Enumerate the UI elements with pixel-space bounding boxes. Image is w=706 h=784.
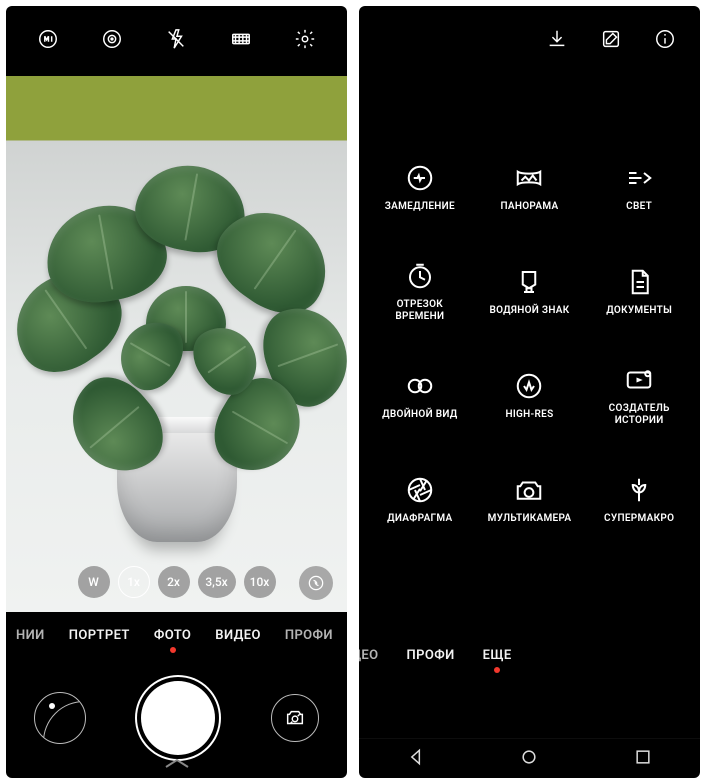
download-icon[interactable] [546, 28, 568, 54]
home-icon[interactable] [519, 747, 539, 771]
viewfinder[interactable]: W 1x 2x 3,5x 10x [6, 76, 347, 612]
spacer [359, 678, 700, 738]
mode-label: ДИАФРАГМА [387, 513, 452, 526]
mode-timelapse[interactable]: ОТРЕЗОК ВРЕМЕНИ [365, 244, 475, 340]
mode-strip-right[interactable]: ВИДЕО ПРОФИ ЕЩЕ [359, 632, 700, 678]
phone-camera: W 1x 2x 3,5x 10x НИИ ПОРТРЕТ ФОТО ВИДЕО … [6, 6, 347, 778]
mode-more-right[interactable]: ЕЩЕ [483, 648, 512, 663]
mode-cut-right[interactable]: ПРОФИ [285, 628, 333, 643]
zoom-w[interactable]: W [78, 566, 110, 598]
recent-icon[interactable] [633, 747, 653, 771]
phone-more-modes: ЗАМЕДЛЕНИЕ ПАНОРАМА СВЕТ ОТРЕЗОК ВРЕМЕНИ… [359, 6, 700, 778]
mode-cut-left[interactable]: НИИ [16, 628, 45, 643]
panorama-icon [512, 163, 546, 193]
story-icon [622, 365, 656, 395]
mode-label: HIGH-RES [505, 409, 553, 422]
gallery-thumb[interactable] [34, 692, 86, 744]
mode-photo[interactable]: ФОТО [154, 628, 191, 643]
mode-label: СУПЕРМАКРО [604, 513, 674, 526]
mode-slowmo[interactable]: ЗАМЕДЛЕНИЕ [365, 140, 475, 236]
zoom-2x[interactable]: 2x [158, 566, 190, 598]
camera-flip-button[interactable] [271, 694, 319, 742]
mode-label: МУЛЬТИКАМЕРА [488, 513, 572, 526]
mode-story[interactable]: СОЗДАТЕЛЬ ИСТОРИИ [584, 348, 694, 444]
shutter-button[interactable] [141, 681, 215, 755]
edit-icon[interactable] [600, 28, 622, 54]
macro-icon [622, 475, 656, 505]
mode-multicam[interactable]: МУЛЬТИКАМЕРА [475, 452, 585, 548]
mode-label: ОТРЕЗОК ВРЕМЕНИ [395, 299, 444, 324]
mode-documents[interactable]: ДОКУМЕНТЫ [584, 244, 694, 340]
target-icon[interactable] [101, 28, 123, 54]
mode-panorama[interactable]: ПАНОРАМА [475, 140, 585, 236]
mode-label: СОЗДАТЕЛЬ ИСТОРИИ [609, 403, 670, 428]
mode-pro-right[interactable]: ПРОФИ [407, 648, 455, 663]
aperture-icon [403, 475, 437, 505]
info-icon[interactable] [654, 28, 676, 54]
mode-label: СВЕТ [626, 201, 652, 214]
watermark-icon [512, 267, 546, 297]
mode-label: ЗАМЕДЛЕНИЕ [385, 201, 455, 214]
more-topbar [359, 6, 700, 76]
mode-label: ПАНОРАМА [501, 201, 559, 214]
slowmo-icon [403, 163, 437, 193]
mode-light[interactable]: СВЕТ [584, 140, 694, 236]
shutter-row [6, 658, 347, 778]
flash-off-icon[interactable] [165, 28, 187, 54]
filmstrip-icon[interactable] [230, 28, 252, 54]
mode-label: ДОКУМЕНТЫ [606, 305, 672, 318]
mode-label: ДВОЙНОЙ ВИД [382, 409, 457, 422]
chevron-up-icon[interactable] [163, 755, 191, 774]
zoom-row: W 1x 2x 3,5x 10x [6, 566, 347, 598]
android-navbar [359, 738, 700, 778]
mode-aperture[interactable]: ДИАФРАГМА [365, 452, 475, 548]
mode-macro[interactable]: СУПЕРМАКРО [584, 452, 694, 548]
mode-dualview[interactable]: ДВОЙНОЙ ВИД [365, 348, 475, 444]
mode-portrait[interactable]: ПОРТРЕТ [69, 628, 130, 643]
mode-label: ВОДЯНОЙ ЗНАК [489, 305, 569, 318]
zoom-10x[interactable]: 10x [244, 566, 276, 598]
highres-icon [512, 371, 546, 401]
zoom-35x[interactable]: 3,5x [198, 566, 236, 598]
documents-icon [622, 267, 656, 297]
settings-icon[interactable] [294, 28, 316, 54]
light-icon [622, 163, 656, 193]
mode-watermark[interactable]: ВОДЯНОЙ ЗНАК [475, 244, 585, 340]
mode-video[interactable]: ВИДЕО [215, 628, 261, 643]
modes-grid: ЗАМЕДЛЕНИЕ ПАНОРАМА СВЕТ ОТРЕЗОК ВРЕМЕНИ… [359, 76, 700, 632]
multicam-icon [512, 475, 546, 505]
mode-highres[interactable]: HIGH-RES [475, 348, 585, 444]
ai-icon[interactable] [37, 28, 59, 54]
mode-video-right[interactable]: ВИДЕО [359, 648, 379, 663]
timelapse-icon [403, 261, 437, 291]
zoom-1x[interactable]: 1x [118, 566, 150, 598]
dualview-icon [403, 371, 437, 401]
mode-strip-left[interactable]: НИИ ПОРТРЕТ ФОТО ВИДЕО ПРОФИ [6, 612, 347, 658]
back-icon[interactable] [406, 747, 426, 771]
lens-effect-icon[interactable] [299, 566, 333, 600]
camera-topbar [6, 6, 347, 76]
